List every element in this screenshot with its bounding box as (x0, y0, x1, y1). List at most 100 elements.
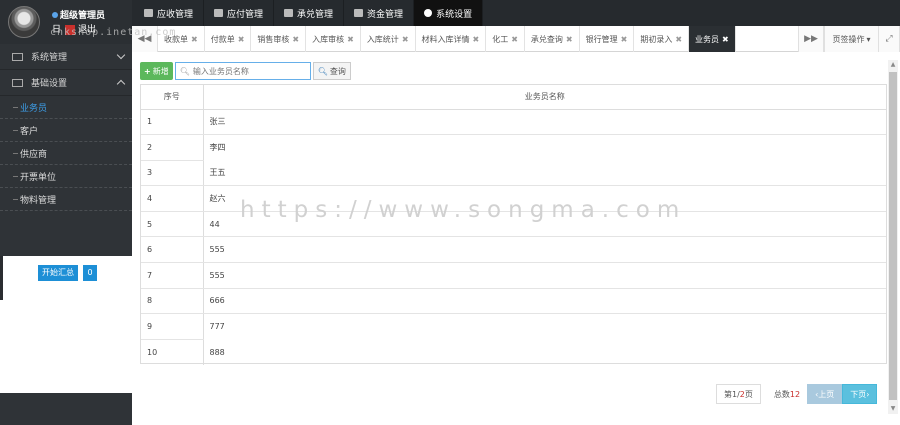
table-row[interactable]: 10 888 (141, 339, 886, 365)
cell-index: 10 (141, 339, 204, 365)
summary-count-badge[interactable]: 0 (83, 265, 97, 281)
module-tab-acceptance[interactable]: 承兑管理 (274, 0, 345, 26)
close-icon[interactable]: ✖ (473, 35, 480, 44)
cell-name: 555 (203, 236, 886, 264)
sidebar-item-customer[interactable]: 客户 (0, 119, 132, 142)
table-header-row: 序号 业务员名称 (141, 85, 886, 110)
table-row[interactable]: 2 李四 (141, 134, 886, 161)
page-tabs-bar: ◀◀ 收款单 ✖ 付款单 ✖ 销售审核 ✖ 入库审核 ✖ 入库统计 ✖ 材料入库详情 ✖ 化… (132, 26, 900, 52)
add-button[interactable]: + 新增 (140, 62, 173, 80)
close-icon[interactable]: ✖ (675, 35, 682, 44)
grid-icon (214, 9, 224, 17)
table-row[interactable]: 7 555 (141, 262, 886, 289)
main-panel: +新增 🔍︎ 🔍︎查询 序号 业务员名称 1张三 2李四 3王五 4赵六 544… (132, 52, 900, 425)
plus-icon: + (144, 66, 151, 76)
cell-index: 3 (141, 160, 204, 187)
module-tab-funds[interactable]: 资金管理 (344, 0, 415, 26)
close-icon[interactable]: ✖ (566, 35, 573, 44)
cell-name: 张三 (203, 109, 886, 136)
sidebar-section-system[interactable]: 系统管理 (0, 44, 132, 70)
search-field[interactable]: 🔍︎ (174, 62, 311, 80)
tab-salesman[interactable]: 业务员 ✖ (689, 26, 736, 52)
tab-sales-review[interactable]: 销售审核 ✖ (251, 26, 307, 52)
search-icon: 🔍︎ (317, 66, 328, 76)
fullscreen-icon[interactable]: ⤢ (878, 26, 900, 52)
cell-index: 5 (141, 211, 204, 238)
query-button[interactable]: 🔍︎ 查询 (312, 62, 351, 80)
scroll-thumb[interactable] (889, 72, 897, 400)
tab-inbound-review[interactable]: 入库审核 ✖ (306, 26, 361, 52)
grid-icon (144, 9, 153, 17)
sidebar: 系统管理 基础设置 业务员 客户 供应商 开票单位 物料管理 (0, 44, 132, 300)
module-tabs: 应收管理 应付管理 承兑管理 资金管理 系统设置 (134, 0, 484, 26)
cell-index: 8 (141, 288, 204, 315)
avatar[interactable] (8, 6, 40, 38)
watermark-top: cnkshop.inetan.com (50, 27, 177, 38)
sidebar-item-invoice-unit[interactable]: 开票单位 (0, 165, 132, 188)
module-tab-payable[interactable]: 应付管理 (204, 0, 275, 26)
table-row[interactable]: 1 张三 (141, 109, 886, 136)
table-row[interactable]: 8 666 (141, 288, 886, 315)
user-icon (52, 12, 58, 18)
table-row[interactable]: 9 777 (141, 313, 886, 340)
tab-inbound-stats[interactable]: 入库统计 ✖ (361, 26, 416, 52)
tab-operations-menu[interactable]: 页签操作 ▾ (824, 26, 878, 52)
scroll-up-icon[interactable]: ▲ (889, 61, 897, 69)
close-icon[interactable]: ✖ (238, 35, 245, 44)
column-header-name[interactable]: 业务员名称 (203, 85, 886, 110)
cell-name: 888 (209, 347, 225, 357)
sidebar-bottom (0, 393, 132, 425)
toolbar: +新增 🔍︎ 🔍︎查询 (140, 62, 351, 80)
tab-opening-entry[interactable]: 期初录入 ✖ (634, 26, 690, 52)
close-icon[interactable]: ✖ (402, 35, 409, 44)
module-tab-system[interactable]: 系统设置 (414, 0, 484, 26)
grid-icon (284, 9, 294, 17)
cell-name: 666 (203, 288, 886, 315)
gear-icon (424, 9, 433, 17)
edit-icon (12, 52, 23, 61)
sidebar-section-basic[interactable]: 基础设置 (0, 70, 132, 96)
next-page-button[interactable]: 下页› (842, 384, 878, 404)
sidebar-item-supplier[interactable]: 供应商 (0, 142, 132, 165)
close-icon[interactable]: ✖ (191, 35, 198, 44)
tab-material-inbound[interactable]: 材料入库详情 ✖ (416, 26, 487, 52)
tab-payment[interactable]: 付款单 ✖ (205, 26, 252, 52)
caret-down-icon: ▾ (866, 34, 871, 44)
user-role: 超级管理员 (52, 8, 105, 21)
cell-index: 6 (141, 236, 204, 264)
close-icon[interactable]: ✖ (347, 35, 354, 44)
chevron-down-icon (116, 50, 126, 60)
close-icon[interactable]: ✖ (621, 35, 628, 44)
prev-page-button[interactable]: ‹上页 (807, 384, 843, 404)
pagination: 第 1/2 页 总数 12 ‹上页 下页› (716, 384, 878, 404)
table-row[interactable]: 3 王五 (141, 160, 886, 187)
search-input[interactable] (192, 66, 310, 76)
close-icon[interactable]: ✖ (722, 35, 729, 44)
cell-name: 李四 (209, 143, 226, 153)
close-icon[interactable]: ✖ (292, 35, 299, 44)
close-icon[interactable]: ✖ (511, 35, 518, 44)
page-tabs: 收款单 ✖ 付款单 ✖ 销售审核 ✖ 入库审核 ✖ 入库统计 ✖ 材料入库详情 ✖ 化工 ✖ … (158, 26, 736, 52)
scroll-down-icon[interactable]: ▼ (889, 405, 897, 413)
tabs-scroll-right-icon[interactable]: ▶▶ (798, 26, 824, 52)
salesman-table: 序号 业务员名称 1 张三 2 李四 3 王五 4 赵六 5 44 6 555 7 555 8… (140, 84, 887, 365)
monitor-icon (12, 78, 23, 87)
watermark: https://www.songma.com (240, 197, 687, 223)
start-summary-button[interactable]: 开始汇总 (38, 265, 78, 281)
module-tab-receivable[interactable]: 应收管理 (134, 0, 205, 26)
cell-index: 2 (141, 134, 204, 161)
cell-name: 555 (203, 262, 886, 289)
tab-acceptance-query[interactable]: 承兑查询 ✖ (525, 26, 580, 52)
table-row[interactable]: 6 555 (141, 236, 886, 264)
column-header-index[interactable]: 序号 (141, 85, 204, 110)
cell-index: 4 (141, 185, 204, 212)
sidebar-item-salesman[interactable]: 业务员 (0, 96, 132, 119)
sidebar-item-material[interactable]: 物料管理 (0, 188, 132, 211)
page-indicator: 第 1/2 页 (716, 384, 761, 404)
tab-bank[interactable]: 银行管理 ✖ (580, 26, 635, 52)
tab-chemical[interactable]: 化工 ✖ (486, 26, 525, 52)
vertical-scrollbar[interactable]: ▲ ▼ (888, 60, 898, 414)
grid-icon (354, 9, 364, 17)
cell-name: 王五 (203, 160, 886, 187)
cell-index: 9 (141, 313, 204, 340)
